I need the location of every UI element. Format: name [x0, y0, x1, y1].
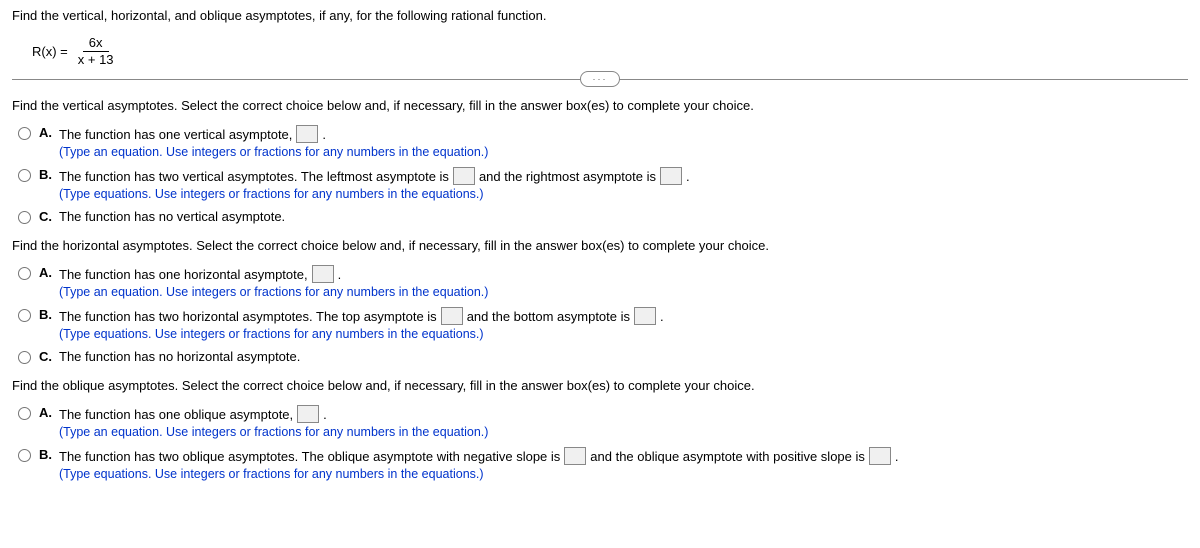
- vertical-c-text: The function has no vertical asymptote.: [59, 209, 285, 224]
- divider: ···: [12, 79, 1188, 80]
- vertical-prompt: Find the vertical asymptotes. Select the…: [12, 98, 1188, 113]
- equation-numerator: 6x: [83, 35, 109, 52]
- period: .: [686, 169, 690, 184]
- period: .: [895, 449, 899, 464]
- choice-letter-b: B.: [39, 447, 59, 462]
- problem-intro: Find the vertical, horizontal, and obliq…: [12, 8, 1188, 23]
- vertical-radio-b[interactable]: [18, 169, 31, 182]
- horizontal-b-pre: The function has two horizontal asymptot…: [59, 309, 437, 324]
- vertical-radio-a[interactable]: [18, 127, 31, 140]
- horizontal-prompt: Find the horizontal asymptotes. Select t…: [12, 238, 1188, 253]
- vertical-a-text: The function has one vertical asymptote,: [59, 127, 292, 142]
- oblique-b-input-2[interactable]: [869, 447, 891, 465]
- vertical-choice-b[interactable]: B. The function has two vertical asympto…: [18, 167, 1188, 201]
- oblique-b-hint: (Type equations. Use integers or fractio…: [59, 467, 899, 481]
- equation-lhs: R(x) =: [32, 44, 68, 59]
- vertical-choice-a[interactable]: A. The function has one vertical asympto…: [18, 125, 1188, 159]
- vertical-a-input[interactable]: [296, 125, 318, 143]
- horizontal-a-text: The function has one horizontal asymptot…: [59, 267, 308, 282]
- horizontal-radio-c[interactable]: [18, 351, 31, 364]
- choice-letter-c: C.: [39, 209, 59, 224]
- vertical-b-pre: The function has two vertical asymptotes…: [59, 169, 449, 184]
- horizontal-choice-a[interactable]: A. The function has one horizontal asymp…: [18, 265, 1188, 299]
- vertical-b-hint: (Type equations. Use integers or fractio…: [59, 187, 690, 201]
- oblique-b-input-1[interactable]: [564, 447, 586, 465]
- choice-letter-a: A.: [39, 125, 59, 140]
- horizontal-c-text: The function has no horizontal asymptote…: [59, 349, 300, 364]
- more-button[interactable]: ···: [580, 71, 620, 87]
- oblique-a-text: The function has one oblique asymptote,: [59, 407, 293, 422]
- period: .: [322, 127, 326, 142]
- oblique-b-pre: The function has two oblique asymptotes.…: [59, 449, 560, 464]
- horizontal-choice-b[interactable]: B. The function has two horizontal asymp…: [18, 307, 1188, 341]
- oblique-prompt: Find the oblique asymptotes. Select the …: [12, 378, 1188, 393]
- period: .: [323, 407, 327, 422]
- vertical-radio-c[interactable]: [18, 211, 31, 224]
- vertical-b-input-2[interactable]: [660, 167, 682, 185]
- choice-letter-b: B.: [39, 167, 59, 182]
- choice-letter-a: A.: [39, 405, 59, 420]
- horizontal-radio-a[interactable]: [18, 267, 31, 280]
- horizontal-b-hint: (Type equations. Use integers or fractio…: [59, 327, 664, 341]
- vertical-b-input-1[interactable]: [453, 167, 475, 185]
- horizontal-b-input-1[interactable]: [441, 307, 463, 325]
- oblique-radio-a[interactable]: [18, 407, 31, 420]
- oblique-a-hint: (Type an equation. Use integers or fract…: [59, 425, 488, 439]
- equation-fraction: 6x x + 13: [72, 35, 120, 67]
- horizontal-radio-b[interactable]: [18, 309, 31, 322]
- equation-denominator: x + 13: [72, 52, 120, 68]
- horizontal-a-hint: (Type an equation. Use integers or fract…: [59, 285, 488, 299]
- vertical-b-mid: and the rightmost asymptote is: [479, 169, 656, 184]
- oblique-radio-b[interactable]: [18, 449, 31, 462]
- vertical-choice-c[interactable]: C. The function has no vertical asymptot…: [18, 209, 1188, 224]
- horizontal-choice-c[interactable]: C. The function has no horizontal asympt…: [18, 349, 1188, 364]
- vertical-a-hint: (Type an equation. Use integers or fract…: [59, 145, 488, 159]
- horizontal-b-mid: and the bottom asymptote is: [467, 309, 630, 324]
- equation: R(x) = 6x x + 13: [32, 35, 1188, 67]
- oblique-a-input[interactable]: [297, 405, 319, 423]
- oblique-b-mid: and the oblique asymptote with positive …: [590, 449, 865, 464]
- horizontal-b-input-2[interactable]: [634, 307, 656, 325]
- choice-letter-a: A.: [39, 265, 59, 280]
- choice-letter-c: C.: [39, 349, 59, 364]
- choice-letter-b: B.: [39, 307, 59, 322]
- oblique-choice-b[interactable]: B. The function has two oblique asymptot…: [18, 447, 1188, 481]
- oblique-choice-a[interactable]: A. The function has one oblique asymptot…: [18, 405, 1188, 439]
- period: .: [660, 309, 664, 324]
- horizontal-a-input[interactable]: [312, 265, 334, 283]
- period: .: [338, 267, 342, 282]
